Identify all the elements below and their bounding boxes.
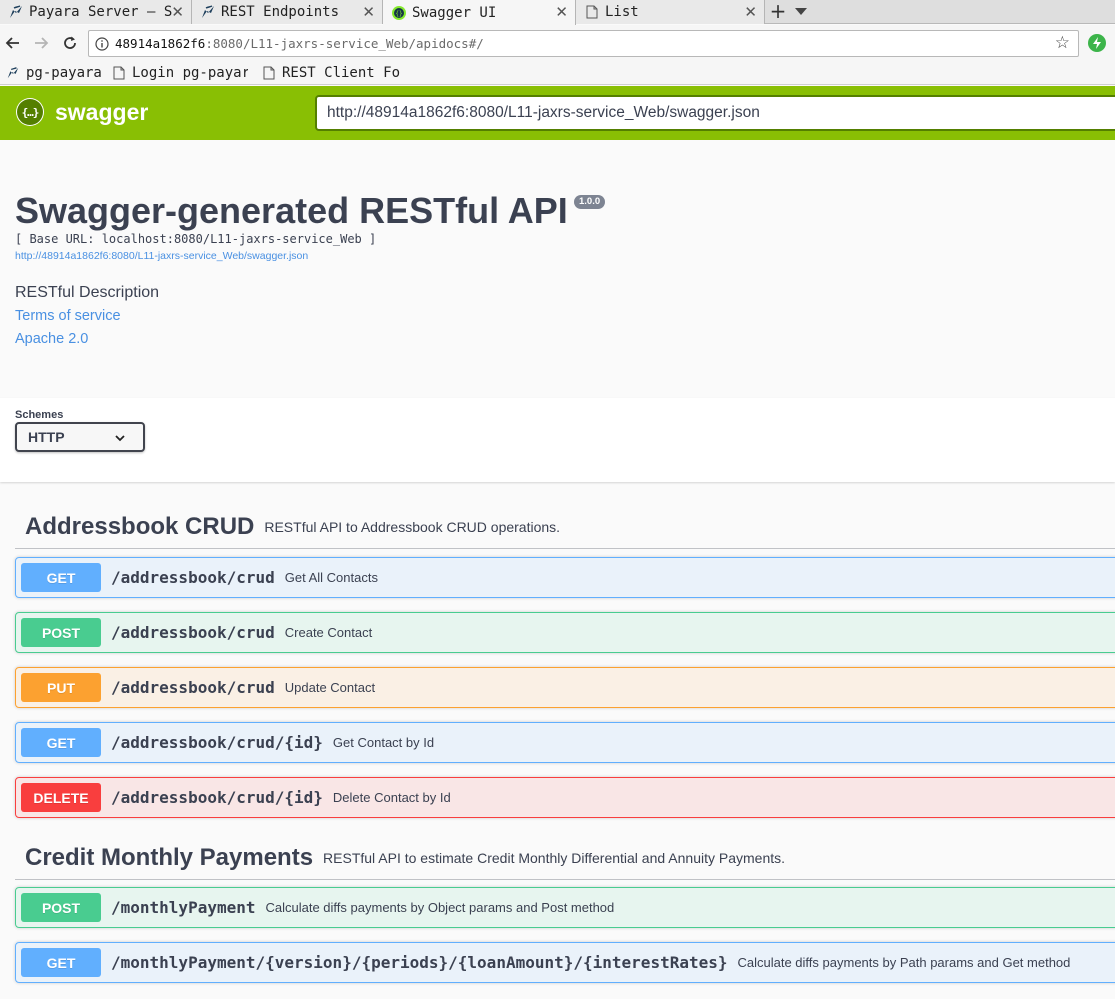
- page-icon: [112, 65, 126, 81]
- payara-icon: [200, 4, 216, 20]
- browser-tab-swagger-ui[interactable]: {} Swagger UI ✕: [383, 0, 576, 25]
- close-icon[interactable]: ✕: [362, 3, 375, 21]
- operation-summary: Calculate diffs payments by Path params …: [737, 955, 1071, 970]
- browser-tab-payara-server[interactable]: Payara Server – S ✕: [0, 0, 192, 24]
- schemes-section: Schemes HTTP: [0, 398, 1115, 482]
- operation-path: /monthlyPayment: [111, 898, 256, 917]
- operation-summary: Calculate diffs payments by Object param…: [265, 900, 615, 915]
- bookmark-login-pg-payara[interactable]: Login pg-payara: [112, 61, 248, 85]
- bookmark-label: REST Client For: [282, 65, 400, 81]
- back-arrow-icon: [5, 37, 19, 49]
- url-host: 48914a1862f6: [115, 36, 206, 51]
- spec-url-input[interactable]: [315, 95, 1115, 131]
- operation-path: /addressbook/crud: [111, 623, 275, 642]
- tag-credit-monthly-payments[interactable]: Credit Monthly Payments RESTful API to e…: [15, 836, 1115, 880]
- api-info: Swagger-generated RESTful API 1.0.0 [ Ba…: [0, 140, 1115, 398]
- version-badge: 1.0.0: [574, 195, 606, 209]
- operation-post-monthly-payment[interactable]: POST /monthlyPayment Calculate diffs pay…: [15, 887, 1115, 928]
- operation-summary: Get Contact by Id: [332, 735, 435, 750]
- address-bar[interactable]: 48914a1862f6:8080/L11-jaxrs-service_Web/…: [88, 30, 1079, 57]
- bookmark-pg-payara[interactable]: pg-payara: [6, 61, 108, 85]
- operation-get-addressbook-crud-id[interactable]: GET /addressbook/crud/{id} Get Contact b…: [15, 722, 1115, 763]
- tab-title: Payara Server – S: [29, 4, 173, 20]
- reload-icon: [64, 36, 76, 49]
- operation-post-addressbook-crud[interactable]: POST /addressbook/crud Create Contact: [15, 612, 1115, 653]
- forward-button[interactable]: [29, 31, 53, 55]
- operation-put-addressbook-crud[interactable]: PUT /addressbook/crud Update Contact: [15, 667, 1115, 708]
- swagger-topbar: {…} swagger: [0, 86, 1115, 140]
- method-badge: GET: [21, 728, 101, 757]
- bookmark-star-icon[interactable]: ☆: [1055, 33, 1070, 53]
- bookmarks-bar: pg-payara Login pg-payara REST Client Fo…: [0, 61, 1115, 85]
- schemes-selected-value: HTTP: [28, 429, 65, 445]
- close-icon[interactable]: ✕: [744, 3, 757, 21]
- swagger-logo[interactable]: {…} swagger: [16, 98, 148, 126]
- chevron-down-icon: [115, 435, 125, 442]
- operation-delete-addressbook-crud-id[interactable]: DELETE /addressbook/crud/{id} Delete Con…: [15, 777, 1115, 818]
- bookmark-label: Login pg-payara: [132, 65, 248, 81]
- operation-get-monthly-payment-params[interactable]: GET /monthlyPayment/{version}/{periods}/…: [15, 942, 1115, 983]
- svg-text:{}: {}: [395, 10, 402, 17]
- operation-summary: Delete Contact by Id: [332, 790, 451, 805]
- spec-link[interactable]: http://48914a1862f6:8080/L11-jaxrs-servi…: [15, 250, 308, 262]
- swagger-logo-text: swagger: [55, 98, 149, 125]
- close-icon[interactable]: ✕: [171, 3, 184, 21]
- method-badge: DELETE: [21, 783, 101, 812]
- operation-path: /addressbook/crud: [111, 678, 275, 697]
- page-icon: [584, 4, 600, 20]
- tag-title: Addressbook CRUD: [25, 512, 255, 540]
- method-badge: GET: [21, 948, 101, 977]
- payara-icon: [8, 4, 24, 20]
- operation-path: /addressbook/crud: [111, 568, 275, 587]
- info-icon[interactable]: [95, 36, 109, 51]
- tab-title: List: [605, 4, 639, 20]
- tag-description: RESTful API to estimate Credit Monthly D…: [323, 849, 786, 866]
- operation-get-addressbook-crud[interactable]: GET /addressbook/crud Get All Contacts: [15, 557, 1115, 598]
- operation-path: /addressbook/crud/{id}: [111, 733, 323, 752]
- back-button[interactable]: [1, 31, 25, 55]
- method-badge: POST: [21, 618, 101, 647]
- url-path: :8080/L11-jaxrs-service_Web/apidocs#/: [205, 36, 484, 51]
- method-badge: GET: [21, 563, 101, 592]
- forward-arrow-icon: [35, 37, 49, 49]
- swagger-favicon-icon: {}: [391, 5, 407, 21]
- terms-of-service-link[interactable]: Terms of service: [15, 308, 121, 324]
- schemes-label: Schemes: [15, 409, 64, 421]
- reload-button[interactable]: [58, 31, 82, 55]
- browser-tab-list[interactable]: List ✕: [576, 0, 765, 24]
- bookmark-label: pg-payara: [26, 65, 102, 81]
- tag-description: RESTful API to Addressbook CRUD operatio…: [264, 518, 561, 535]
- extension-icon[interactable]: [1088, 34, 1106, 52]
- new-tab-button[interactable]: +: [768, 0, 788, 24]
- bookmark-rest-client[interactable]: REST Client For: [262, 61, 400, 85]
- browser-tab-strip: Payara Server – S ✕ REST Endpoints ✕ {} …: [0, 0, 1115, 25]
- operation-summary: Get All Contacts: [284, 570, 378, 585]
- browser-nav-bar: 48914a1862f6:8080/L11-jaxrs-service_Web/…: [0, 25, 1115, 61]
- method-badge: POST: [21, 893, 101, 922]
- browser-tab-rest-endpoints[interactable]: REST Endpoints ✕: [192, 0, 383, 24]
- schemes-select[interactable]: HTTP: [15, 422, 145, 452]
- payara-icon: [6, 65, 20, 81]
- tag-addressbook-crud[interactable]: Addressbook CRUD RESTful API to Addressb…: [15, 505, 1115, 549]
- tab-list-chevron-icon[interactable]: [795, 8, 807, 15]
- operation-path: /addressbook/crud/{id}: [111, 788, 323, 807]
- operation-summary: Create Contact: [284, 625, 373, 640]
- tab-title: REST Endpoints: [221, 4, 340, 20]
- base-url: [ Base URL: localhost:8080/L11-jaxrs-ser…: [15, 232, 377, 246]
- api-description: RESTful Description: [15, 284, 160, 301]
- method-badge: PUT: [21, 673, 101, 702]
- tab-title: Swagger UI: [412, 4, 497, 21]
- tag-title: Credit Monthly Payments: [25, 843, 314, 871]
- license-link[interactable]: Apache 2.0: [15, 331, 88, 347]
- operation-path: /monthlyPayment/{version}/{periods}/{loa…: [111, 953, 728, 972]
- page-title: Swagger-generated RESTful API: [15, 190, 568, 231]
- page-icon: [262, 65, 276, 81]
- operation-summary: Update Contact: [284, 680, 376, 695]
- swagger-logo-icon: {…}: [16, 98, 44, 126]
- close-icon[interactable]: ✕: [555, 3, 568, 21]
